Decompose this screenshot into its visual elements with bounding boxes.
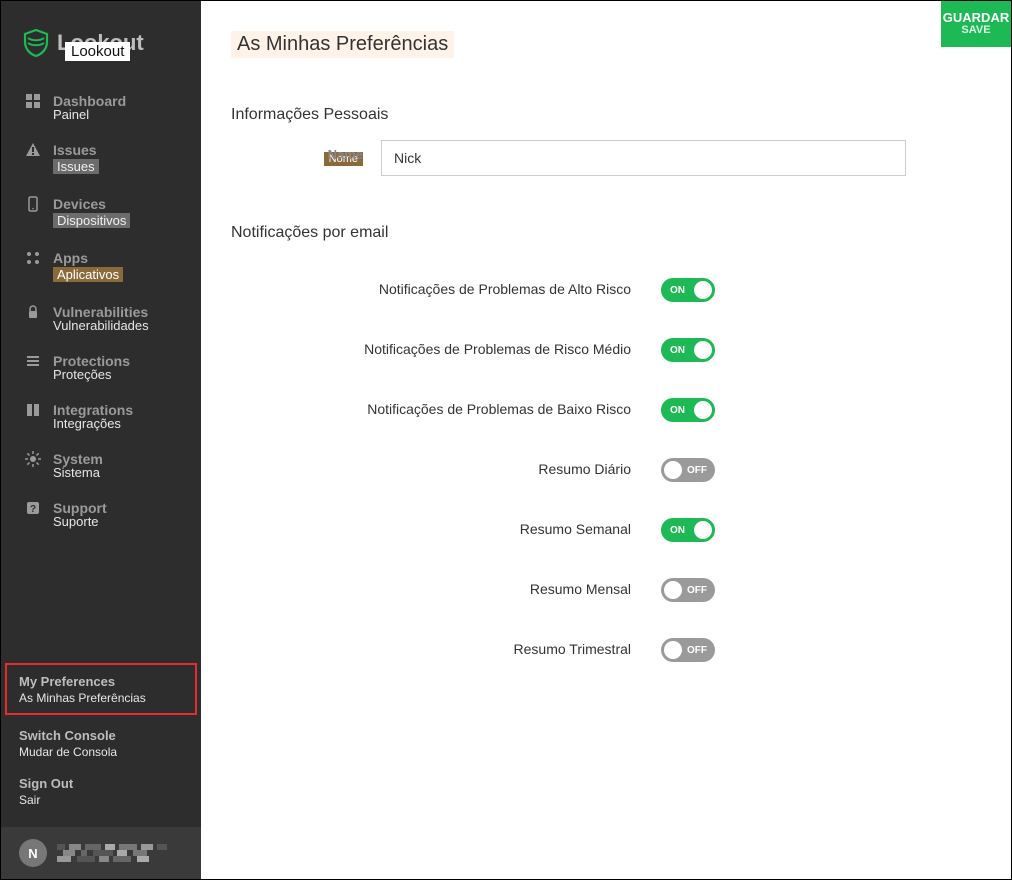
sidebar: Lookout Lookout Dashboard Painel Issues …	[1, 1, 201, 879]
integrations-icon	[25, 402, 41, 418]
sidebar-item-support[interactable]: ? Support Suporte	[1, 490, 201, 539]
protections-icon	[25, 353, 41, 369]
bottom-label-pt: As Minhas Preferências	[19, 691, 183, 705]
sidebar-label-pt: Integrações	[53, 416, 177, 431]
toggle-switch-0[interactable]: ON	[661, 278, 715, 302]
toggle-state-text: ON	[670, 525, 685, 536]
user-chip[interactable]: N	[1, 827, 201, 879]
toggle-state-text: OFF	[687, 465, 707, 476]
apps-icon	[25, 250, 41, 266]
toggle-state-text: OFF	[687, 645, 707, 656]
devices-icon	[25, 196, 41, 212]
bottom-label-en: My Preferences	[19, 674, 115, 689]
shield-icon	[23, 29, 49, 57]
section-personal-info: Informações Pessoais Name Nome	[231, 106, 981, 176]
toggle-knob	[694, 521, 712, 539]
bottom-label-pt: Mudar de Consola	[19, 745, 183, 759]
toggle-label: Resumo Semanal	[520, 521, 631, 537]
toggle-knob	[694, 341, 712, 359]
sidebar-label-pt: Vulnerabilidades	[53, 318, 177, 333]
save-label-en: SAVE	[961, 25, 990, 37]
toggle-list: Notificações de Problemas de Alto Risco …	[231, 260, 981, 680]
toggle-switch-1[interactable]: ON	[661, 338, 715, 362]
toggle-label: Notificações de Problemas de Alto Risco	[379, 281, 631, 297]
toggle-label: Resumo Mensal	[530, 581, 631, 597]
toggle-switch-2[interactable]: ON	[661, 398, 715, 422]
toggle-row-0: Notificações de Problemas de Alto Risco …	[231, 260, 981, 320]
sidebar-label-pt: Aplicativos	[53, 267, 123, 282]
sidebar-item-vulnerabilities[interactable]: Vulnerabilities Vulnerabilidades	[1, 294, 201, 343]
nav-bottom: My Preferences As Minhas Preferências Sw…	[1, 659, 201, 827]
page-title-pt: As Minhas Preferências	[231, 31, 454, 58]
name-label-en: Name	[328, 147, 363, 162]
page-title: As Minhas Preferências	[231, 31, 454, 58]
sidebar-item-apps[interactable]: Apps Aplicativos	[1, 240, 201, 294]
bottom-item-my-preferences[interactable]: My Preferences As Minhas Preferências	[5, 663, 197, 715]
toggle-row-3: Resumo Diário OFF	[231, 440, 981, 500]
toggle-row-5: Resumo Mensal OFF	[231, 560, 981, 620]
bottom-label-en: Sign Out	[19, 776, 73, 791]
sidebar-label-en: Apps	[53, 250, 88, 266]
sidebar-label-pt: Issues	[53, 159, 99, 174]
toggle-switch-6[interactable]: OFF	[661, 638, 715, 662]
brand-text-pt: Lookout	[65, 42, 130, 61]
system-icon	[25, 451, 41, 467]
toggle-row-1: Notificações de Problemas de Risco Médio…	[231, 320, 981, 380]
toggle-label: Notificações de Problemas de Risco Médio	[364, 341, 631, 357]
toggle-label: Resumo Trimestral	[514, 641, 631, 657]
sidebar-label-pt: Suporte	[53, 514, 177, 529]
section-title-email: Notificações por email	[231, 224, 388, 242]
sidebar-item-protections[interactable]: Protections Proteções	[1, 343, 201, 392]
sidebar-label-pt: Painel	[53, 107, 177, 122]
bottom-item-sign-out[interactable]: Sign Out Sair	[1, 767, 201, 815]
toggle-state-text: ON	[670, 405, 685, 416]
sidebar-label-pt: Dispositivos	[53, 213, 130, 228]
toggle-knob	[664, 581, 682, 599]
vulnerabilities-icon	[25, 304, 41, 320]
save-label-pt: GUARDAR	[943, 11, 1009, 25]
sidebar-label-en: Devices	[53, 196, 106, 212]
toggle-switch-4[interactable]: ON	[661, 518, 715, 542]
toggle-knob	[664, 641, 682, 659]
toggle-state-text: ON	[670, 285, 685, 296]
toggle-label: Notificações de Problemas de Baixo Risco	[367, 401, 631, 417]
sidebar-label-pt: Sistema	[53, 465, 177, 480]
sidebar-item-integrations[interactable]: Integrations Integrações	[1, 392, 201, 441]
username-redacted	[57, 844, 167, 862]
toggle-switch-5[interactable]: OFF	[661, 578, 715, 602]
avatar: N	[19, 839, 47, 867]
name-row: Name Nome	[231, 140, 981, 176]
toggle-state-text: ON	[670, 345, 685, 356]
support-icon: ?	[25, 500, 41, 516]
toggle-knob	[694, 401, 712, 419]
toggle-row-2: Notificações de Problemas de Baixo Risco…	[231, 380, 981, 440]
toggle-knob	[694, 281, 712, 299]
toggle-knob	[664, 461, 682, 479]
toggle-row-4: Resumo Semanal ON	[231, 500, 981, 560]
name-input[interactable]	[381, 140, 906, 176]
issues-icon	[25, 142, 41, 158]
bottom-label-pt: Sair	[19, 793, 183, 807]
sidebar-item-dashboard[interactable]: Dashboard Painel	[1, 83, 201, 132]
toggle-label: Resumo Diário	[538, 461, 631, 477]
sidebar-label-pt: Proteções	[53, 367, 177, 382]
toggle-row-6: Resumo Trimestral OFF	[231, 620, 981, 680]
toggle-state-text: OFF	[687, 585, 707, 596]
toggle-switch-3[interactable]: OFF	[661, 458, 715, 482]
sidebar-item-system[interactable]: System Sistema	[1, 441, 201, 490]
bottom-label-en: Switch Console	[19, 728, 116, 743]
sidebar-item-devices[interactable]: Devices Dispositivos	[1, 186, 201, 240]
bottom-item-switch-console[interactable]: Switch Console Mudar de Consola	[1, 719, 201, 767]
sidebar-label-en: Issues	[53, 142, 97, 158]
dashboard-icon	[25, 93, 41, 109]
brand: Lookout Lookout	[1, 1, 201, 75]
nav-top: Dashboard Painel Issues Issues Devices D…	[1, 75, 201, 547]
save-button[interactable]: GUARDAR SAVE	[941, 1, 1011, 47]
svg-text:?: ?	[30, 504, 36, 515]
main-content: GUARDAR SAVE As Minhas Preferências Info…	[201, 1, 1011, 879]
section-email-notifications: Notificações por email Notificações de P…	[231, 224, 981, 680]
sidebar-item-issues[interactable]: Issues Issues	[1, 132, 201, 186]
section-title-personal: Informações Pessoais	[231, 106, 388, 124]
